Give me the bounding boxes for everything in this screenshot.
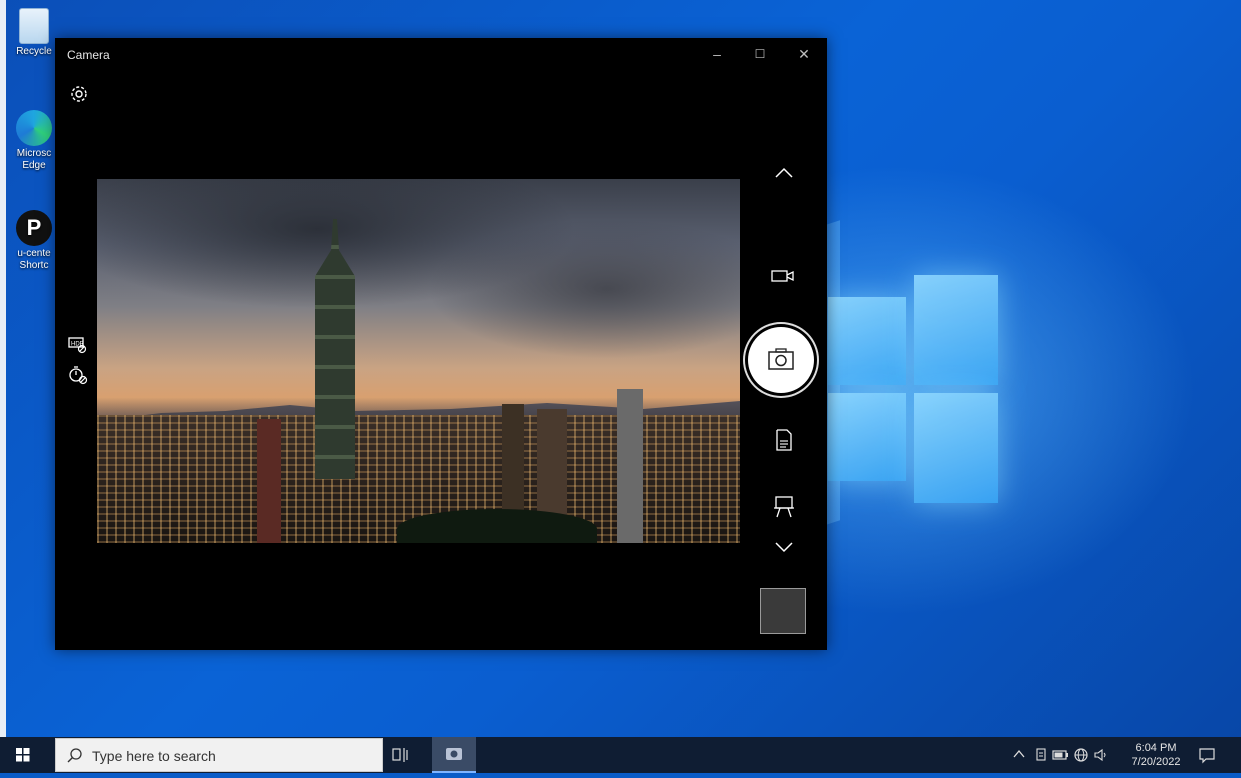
u-center-icon: P: [16, 210, 52, 246]
edge-icon: [16, 110, 52, 146]
taskbar: Type here to search 6:04 PM 7/20/2022: [0, 737, 1241, 773]
camera-window: Camera – ☐ ✕ HDR: [55, 38, 827, 650]
close-button[interactable]: ✕: [790, 44, 818, 64]
pen-workspace-icon[interactable]: [1034, 747, 1048, 766]
windows-start-icon: [16, 748, 30, 762]
take-photo-button[interactable]: [748, 327, 814, 393]
desktop-icon-label: Microsc Edge: [16, 148, 52, 171]
battery-icon[interactable]: [1052, 748, 1070, 765]
camera-app-icon: [446, 748, 462, 760]
volume-icon[interactable]: [1093, 747, 1109, 766]
action-center-notification-icon[interactable]: [1198, 746, 1216, 767]
last-photo-thumbnail[interactable]: [760, 588, 806, 634]
document-mode-icon[interactable]: [774, 428, 794, 452]
desktop-icon-edge[interactable]: Microsc Edge: [8, 110, 60, 172]
windows-logo-wallpaper: [828, 275, 998, 505]
network-globe-icon[interactable]: [1073, 747, 1089, 766]
show-hidden-icons-chevron-icon[interactable]: [1012, 747, 1026, 764]
maximize-button[interactable]: ☐: [746, 44, 774, 64]
taskbar-search-box[interactable]: Type here to search: [55, 738, 383, 772]
task-view-icon[interactable]: [390, 745, 412, 765]
clock[interactable]: 6:04 PM 7/20/2022: [1128, 741, 1184, 769]
timer-off-icon[interactable]: [67, 364, 89, 386]
video-mode-icon[interactable]: [769, 266, 797, 286]
desktop-edge: [0, 0, 6, 737]
recycle-bin-icon: [19, 8, 49, 44]
taskbar-camera-app[interactable]: [432, 737, 476, 773]
hdr-off-icon[interactable]: HDR: [67, 336, 89, 354]
desktop-icon-u-center[interactable]: P u-cente Shortc: [8, 210, 60, 272]
desktop-icon-recycle-bin[interactable]: Recycle: [8, 8, 60, 58]
whiteboard-mode-icon[interactable]: [772, 494, 796, 520]
settings-gear-icon[interactable]: [69, 84, 89, 104]
chevron-down-icon[interactable]: [772, 538, 796, 556]
camera-preview: [97, 179, 740, 543]
desktop-icon-label: Recycle: [16, 46, 52, 57]
window-title: Camera: [67, 48, 110, 62]
camera-icon: [768, 348, 794, 370]
start-button[interactable]: [0, 737, 46, 773]
search-placeholder: Type here to search: [92, 748, 216, 764]
minimize-button[interactable]: –: [703, 44, 731, 64]
clock-date: 7/20/2022: [1131, 756, 1181, 768]
search-icon: [67, 748, 82, 763]
clock-time: 6:04 PM: [1135, 742, 1177, 754]
desktop-icon-label: u-cente Shortc: [17, 248, 51, 271]
svg-text:HDR: HDR: [71, 342, 85, 348]
chevron-up-icon[interactable]: [772, 164, 796, 182]
